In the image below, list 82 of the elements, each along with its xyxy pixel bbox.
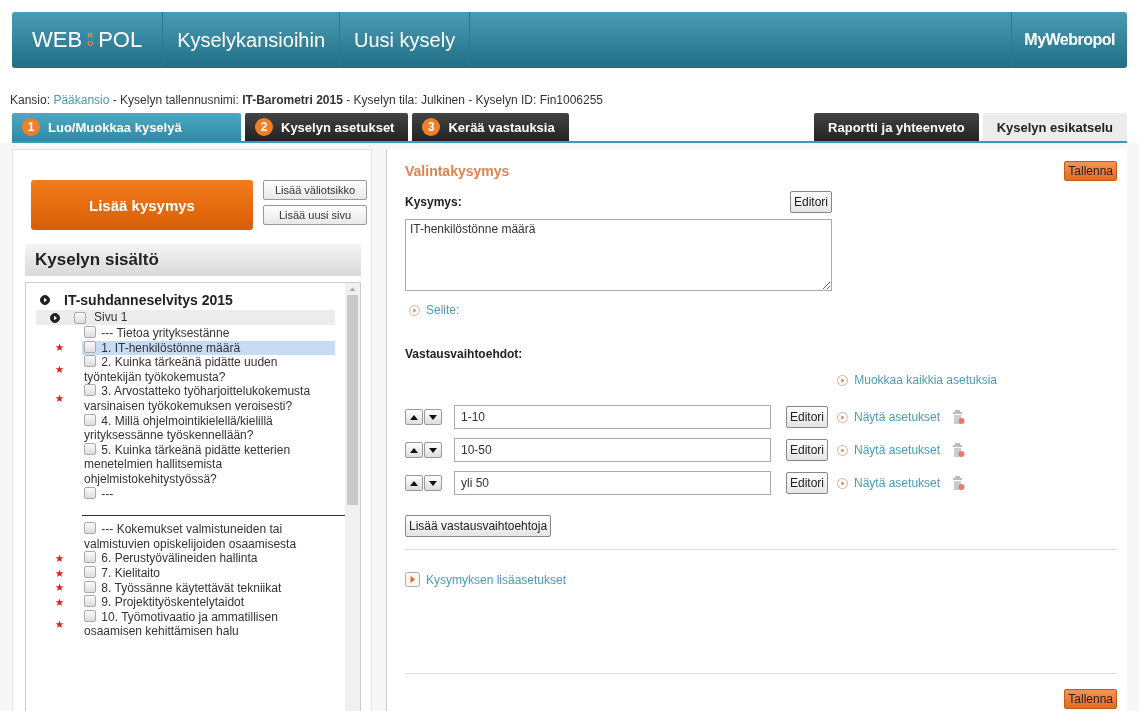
question-item[interactable]: 8. Työssänne käytettävät tekniikat xyxy=(82,580,335,596)
delete-icon[interactable] xyxy=(952,409,966,425)
checkbox[interactable] xyxy=(84,609,96,622)
expander-icon[interactable] xyxy=(40,295,50,305)
step-number: 3 xyxy=(422,118,441,136)
checkbox[interactable] xyxy=(84,551,96,564)
step-number: 1 xyxy=(22,118,40,136)
move-down-button[interactable] xyxy=(424,475,442,491)
save-button[interactable]: Tallenna xyxy=(1064,161,1117,181)
up-arrow-icon xyxy=(410,480,418,486)
editor-button[interactable]: Editori xyxy=(790,191,832,213)
question-item[interactable]: 9. Projektityöskentelytaidot xyxy=(82,595,335,610)
question-item[interactable]: 10. Työmotivaatio ja ammatillisen osaamisen kehittämisen halu xyxy=(82,609,335,639)
expander-icon[interactable] xyxy=(50,312,60,323)
question-item[interactable]: 5. Kuinka tärkeänä pidätte ketterien menetelmien hallitsemista ohjelmistokehitystyössä? xyxy=(82,442,335,487)
panel-title: Kyselyn sisältö xyxy=(25,244,361,276)
expand-icon xyxy=(837,411,848,423)
answer-option-field[interactable]: 10-50 xyxy=(454,438,771,462)
delete-icon[interactable] xyxy=(952,442,966,458)
checkbox[interactable] xyxy=(84,486,96,499)
move-down-button[interactable] xyxy=(424,409,442,425)
up-arrow-icon xyxy=(410,447,418,453)
question-item[interactable]: 2. Kuinka tärkeänä pidätte uuden työntekijän työkokemusta? xyxy=(82,355,335,385)
survey-title[interactable]: IT-suhdanneselvitys 2015 xyxy=(64,292,233,308)
survey-info: Kansio: Pääkansio - Kyselyn tallennusnimi: IT-Barometri 2015 - Kyselyn tila: Julkinen - Kyselyn ID: Fin1006255 xyxy=(10,93,605,107)
expand-icon xyxy=(837,444,848,456)
checkbox[interactable] xyxy=(74,311,86,324)
question-item[interactable]: --- xyxy=(82,486,335,502)
expand-icon xyxy=(837,477,848,489)
question-item[interactable]: 7. Kielitaito xyxy=(82,565,335,581)
question-item[interactable]: --- Tietoa yrityksestänne xyxy=(82,326,335,341)
editor-button[interactable]: Editori xyxy=(786,472,828,494)
checkbox[interactable] xyxy=(84,580,96,593)
checkbox[interactable] xyxy=(84,442,96,455)
down-arrow-icon xyxy=(429,447,437,453)
checkbox[interactable] xyxy=(84,413,96,426)
step-number: 2 xyxy=(255,118,273,136)
view-tab[interactable]: Raportti ja yhteenveto xyxy=(814,113,979,141)
question-item[interactable]: 1. IT-henkilöstönne määrä xyxy=(82,340,335,356)
checkbox[interactable] xyxy=(84,595,96,608)
editor-button[interactable]: Editori xyxy=(786,439,828,461)
question-type-title: Valintakysymys xyxy=(405,163,510,179)
move-down-button[interactable] xyxy=(424,442,442,458)
add-heading-button[interactable]: Lisää väliotsikko xyxy=(263,180,367,200)
field-label: Kysymys: xyxy=(405,195,462,209)
move-up-button[interactable] xyxy=(405,442,423,458)
question-text-field[interactable]: IT-henkilöstönne määrä xyxy=(405,219,832,291)
checkbox[interactable] xyxy=(84,384,96,397)
checkbox[interactable] xyxy=(84,340,96,353)
add-options-button[interactable]: Lisää vastausvaihtoehtoja xyxy=(405,515,552,537)
checkbox[interactable] xyxy=(84,522,96,535)
step-tab[interactable]: 2 Kyselyn asetukset xyxy=(245,113,409,141)
expand-icon xyxy=(409,304,420,316)
scroll-thumb[interactable] xyxy=(347,295,358,505)
question-item[interactable]: 4. Millä ohjelmointikielellä/kielillä yrityksessänne työskennellään? xyxy=(82,413,335,443)
down-arrow-icon xyxy=(429,414,437,420)
move-up-button[interactable] xyxy=(405,409,423,425)
up-arrow-icon xyxy=(410,414,418,420)
answer-option-field[interactable]: 1-10 xyxy=(454,405,771,429)
step-tab[interactable]: 3 Kerää vastauksia xyxy=(412,113,569,141)
checkbox[interactable] xyxy=(84,326,96,338)
checkbox[interactable] xyxy=(84,355,96,368)
nav-link[interactable]: Uusi kysely xyxy=(340,12,471,68)
add-page-button[interactable]: Lisää uusi sivu xyxy=(263,205,367,225)
save-button[interactable]: Tallenna xyxy=(1064,689,1117,709)
question-item[interactable]: 6. Perustyövälineiden hallinta xyxy=(82,551,335,566)
question-item[interactable]: --- Kokemukset valmistuneiden tai valmistuvien opiskelijoiden osaamisesta xyxy=(82,522,335,552)
move-up-button[interactable] xyxy=(405,475,423,491)
question-item[interactable]: 3. Arvostatteko työharjoittelukokemusta varsinaisen työkokemuksen veroisesti? xyxy=(82,384,335,414)
expand-icon xyxy=(837,374,849,386)
nav-link[interactable]: Kyselykansioihin xyxy=(163,12,340,68)
page-item[interactable]: Sivu 1 xyxy=(94,310,128,325)
down-arrow-icon xyxy=(429,480,437,486)
editor-button[interactable]: Editori xyxy=(786,406,828,428)
delete-icon[interactable] xyxy=(952,475,966,491)
checkbox[interactable] xyxy=(84,565,96,578)
field-label: Vastausvaihtoehdot: xyxy=(405,347,524,361)
scrollbar[interactable] xyxy=(345,283,360,711)
answer-option-field[interactable]: yli 50 xyxy=(454,471,771,495)
expand-icon xyxy=(405,572,420,587)
user-menu[interactable]: MyWebropol xyxy=(1011,12,1127,68)
view-tab[interactable]: Kyselyn esikatselu xyxy=(982,113,1127,141)
